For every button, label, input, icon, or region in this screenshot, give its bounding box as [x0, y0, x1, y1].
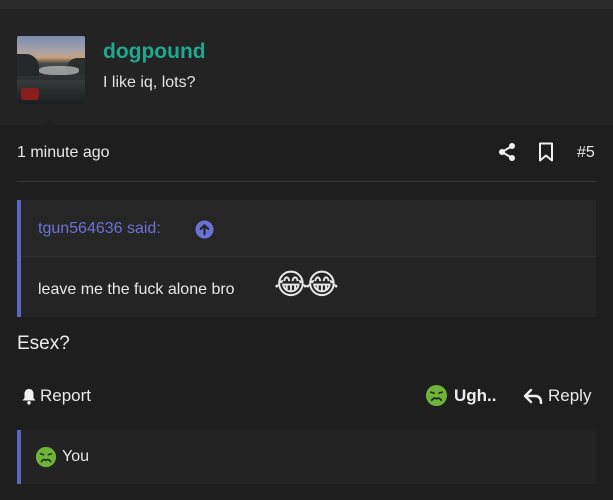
reaction-button[interactable]: Ugh..	[425, 384, 497, 407]
reply-label: Reply	[548, 386, 592, 405]
share-icon[interactable]	[497, 142, 517, 162]
username-link[interactable]: dogpound	[103, 40, 206, 64]
quote-text: leave me the fuck alone bro	[38, 281, 235, 298]
laughing-emoji-icon: 😂	[274, 269, 308, 301]
user-title: I like iq, lots?	[103, 74, 196, 91]
avatar-trees	[17, 54, 39, 76]
arrow-up-circle-icon[interactable]	[195, 220, 214, 239]
divider	[17, 181, 596, 182]
quote-header: tgun564636 said:	[21, 200, 596, 257]
reply-arrow-icon	[523, 388, 543, 404]
top-bar	[0, 0, 613, 9]
laughing-emoji-icon: 😂	[305, 269, 339, 301]
post-body: Esex?	[17, 333, 70, 354]
report-button[interactable]: Report	[21, 386, 91, 406]
reactions-label: You	[62, 448, 89, 465]
header-pointer	[36, 119, 64, 134]
reactions-summary: You	[35, 446, 89, 468]
post-timestamp[interactable]: 1 minute ago	[17, 144, 110, 162]
sick-face-icon	[35, 446, 57, 468]
thread-post: dogpound I like iq, lots? 1 minute ago #…	[0, 0, 613, 500]
reply-button[interactable]: Reply	[523, 386, 591, 406]
reactions-bar[interactable]: You	[17, 430, 596, 484]
reaction-label: Ugh..	[454, 385, 497, 405]
bell-icon	[22, 388, 36, 405]
bookmark-icon[interactable]	[537, 142, 555, 162]
post-number-link[interactable]: #5	[577, 144, 595, 162]
avatar-boat	[21, 88, 39, 100]
quote-author-link[interactable]: tgun564636 said:	[38, 220, 161, 238]
quote-block: tgun564636 said: leave me the fuck alone…	[17, 200, 596, 317]
report-label: Report	[40, 386, 92, 405]
avatar[interactable]	[17, 36, 85, 104]
post-header: dogpound I like iq, lots?	[0, 9, 613, 134]
avatar-lake	[39, 66, 79, 75]
sick-face-icon	[425, 384, 448, 407]
